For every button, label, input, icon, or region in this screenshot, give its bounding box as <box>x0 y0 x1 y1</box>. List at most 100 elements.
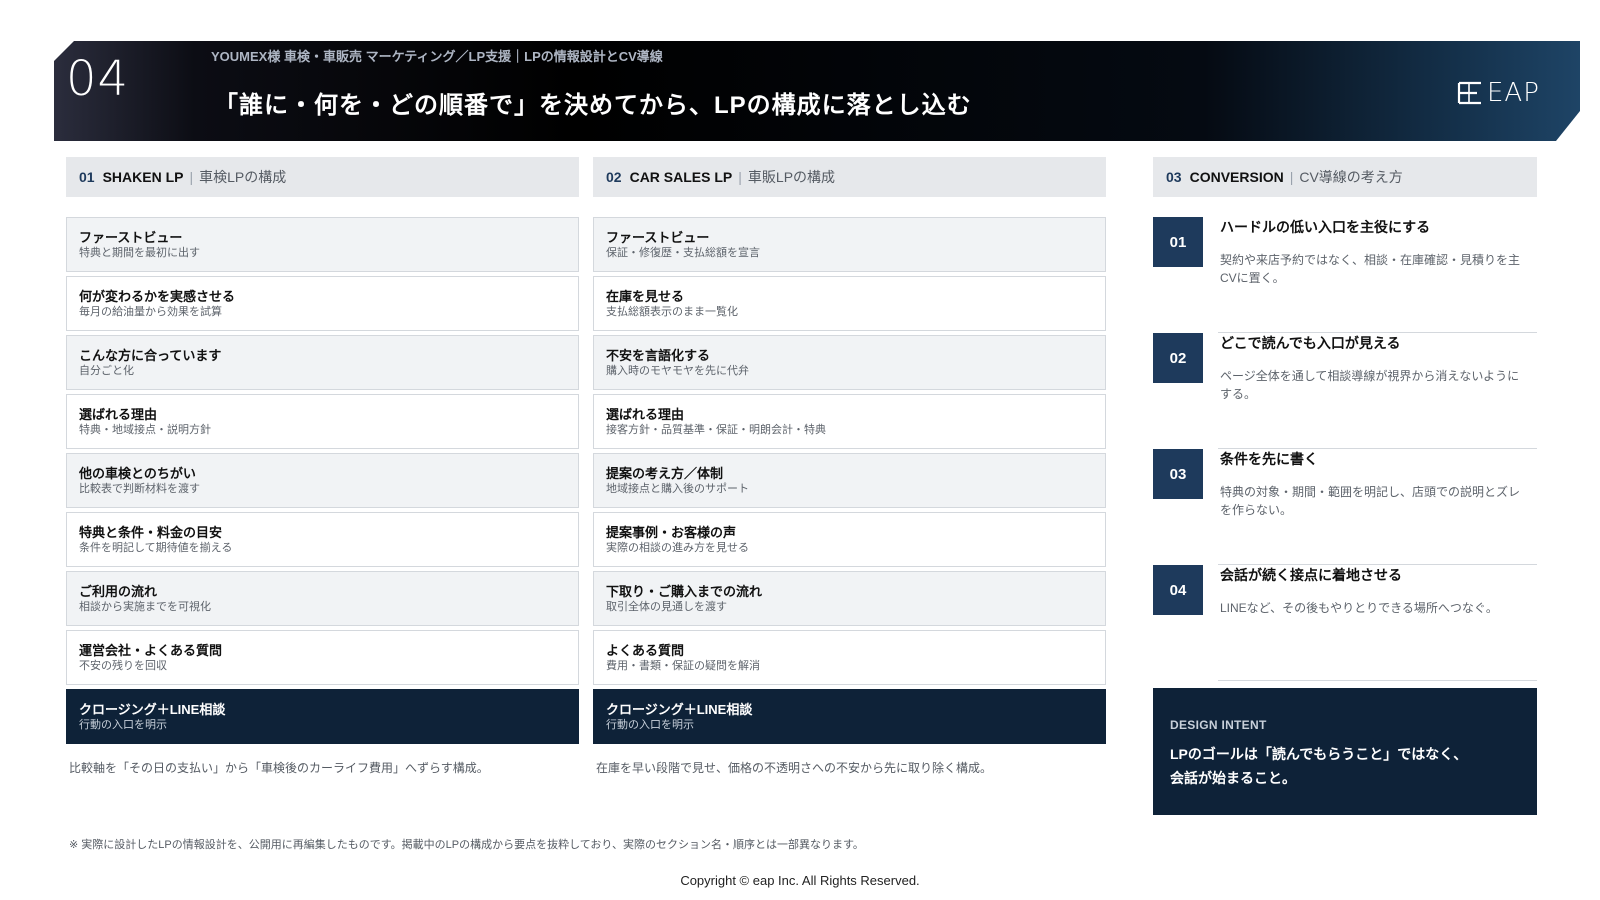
column-header-car-sales: 02 CAR SALES LP | 車販LPの構成 <box>593 157 1106 197</box>
closing-item: クロージング＋LINE相談 行動の入口を明示 <box>66 689 579 744</box>
cv-point-desc: LINEなど、その後もやりとりできる場所へつなぐ。 <box>1220 601 1498 615</box>
list-item: ご利用の流れ 相談から実施までを可視化 <box>66 571 579 626</box>
shaken-lp-structure: ファーストビュー 特典と期間を最初に出す 何が変わるかを実感させる 毎月の給油量… <box>66 217 579 747</box>
design-intent-line-1: LPのゴールは「読んでもらうこと」ではなく、 <box>1170 746 1468 762</box>
item-subtitle: 支払総額表示のまま一覧化 <box>606 306 738 318</box>
design-intent-line-2: 会話が始まること。 <box>1170 770 1296 786</box>
design-intent-label: DESIGN INTENT <box>1170 718 1267 732</box>
list-item: こんな方に合っています 自分ごと化 <box>66 335 579 390</box>
item-subtitle: 特典・地域接点・説明方針 <box>79 424 211 436</box>
list-item: 提案事例・お客様の声 実際の相談の進み方を見せる <box>593 512 1106 567</box>
cv-point: 02 どこで読んでも入口が見える ページ全体を通して相談導線が視界から消えないよ… <box>1153 333 1537 449</box>
item-title: ご利用の流れ <box>79 584 158 599</box>
item-subtitle: 実際の相談の進み方を見せる <box>606 542 749 554</box>
list-item: 不安を言語化する 購入時のモヤモヤを先に代弁 <box>593 335 1106 390</box>
divider <box>1218 680 1537 681</box>
column-separator: | <box>189 169 194 185</box>
section-number: 04 <box>66 51 130 107</box>
cv-point-title: 会話が続く接点に着地させる <box>1220 567 1402 583</box>
item-subtitle: 不安の残りを回収 <box>79 660 167 672</box>
list-item: 何が変わるかを実感させる 毎月の給油量から効果を試算 <box>66 276 579 331</box>
item-title: 選ばれる理由 <box>606 407 685 422</box>
item-subtitle: 相談から実施までを可視化 <box>79 601 211 613</box>
column-title-en: SHAKEN LP <box>102 169 184 185</box>
cv-point-desc: ページ全体を通して相談導線が視界から消えないようにする。 <box>1220 369 1520 401</box>
column-header-shaken: 01 SHAKEN LP | 車検LPの構成 <box>66 157 579 197</box>
item-title: 他の車検とのちがい <box>79 466 196 481</box>
column-separator: | <box>738 169 742 185</box>
column-note: 比較軸を「その日の支払い」から「車検後のカーライフ費用」へずらす構成。 <box>69 761 489 775</box>
design-intent-box: DESIGN INTENT LPのゴールは「読んでもらうこと」ではなく、 会話が… <box>1153 688 1537 815</box>
item-title: クロージング＋LINE相談 <box>606 702 753 717</box>
cv-point: 01 ハードルの低い入口を主役にする 契約や来店予約ではなく、相談・在庫確認・見… <box>1153 217 1537 333</box>
column-number: 02 <box>606 169 622 185</box>
cv-point: 04 会話が続く接点に着地させる LINEなど、その後もやりとりできる場所へつな… <box>1153 565 1537 681</box>
column-header-conversion: 03 CONVERSION | CV導線の考え方 <box>1153 157 1537 197</box>
item-title: 在庫を見せる <box>606 289 685 304</box>
list-item: 在庫を見せる 支払総額表示のまま一覧化 <box>593 276 1106 331</box>
item-title: 運営会社・よくある質問 <box>79 643 223 658</box>
item-title: クロージング＋LINE相談 <box>79 702 226 717</box>
slide-header: 04 YOUMEX様 車検・車販売 マーケティング／LP支援｜LPの情報設計とC… <box>54 41 1580 141</box>
item-title: 不安を言語化する <box>606 348 711 363</box>
copyright: Copyright © eap Inc. All Rights Reserved… <box>680 873 920 888</box>
item-title: ファーストビュー <box>606 230 710 245</box>
item-title: ファーストビュー <box>79 230 183 245</box>
list-item: ファーストビュー 保証・修復歴・支払総額を宣言 <box>593 217 1106 272</box>
column-title-jp: 車検LPの構成 <box>199 169 287 185</box>
column-title-jp: 車販LPの構成 <box>747 169 836 185</box>
item-subtitle: 接客方針・品質基準・保証・明朗会計・特典 <box>606 424 826 436</box>
item-title: 選ばれる理由 <box>79 407 158 422</box>
item-subtitle: 地域接点と購入後のサポート <box>606 483 749 495</box>
list-item: 運営会社・よくある質問 不安の残りを回収 <box>66 630 579 685</box>
column-title-jp: CV導線の考え方 <box>1299 169 1403 185</box>
cv-points: 01 ハードルの低い入口を主役にする 契約や来店予約ではなく、相談・在庫確認・見… <box>1153 217 1537 681</box>
item-subtitle: 取引全体の見通しを渡す <box>606 601 727 613</box>
item-title: 何が変わるかを実感させる <box>79 289 236 304</box>
closing-item: クロージング＋LINE相談 行動の入口を明示 <box>593 689 1106 744</box>
cv-point-title: 条件を先に書く <box>1220 451 1318 467</box>
list-item: 特典と条件・料金の目安 条件を明記して期待値を揃える <box>66 512 579 567</box>
column-title-en: CAR SALES LP <box>629 169 733 185</box>
column-separator: | <box>1289 169 1294 185</box>
list-item: ファーストビュー 特典と期間を最初に出す <box>66 217 579 272</box>
item-subtitle: 毎月の給油量から効果を試算 <box>79 306 222 318</box>
item-subtitle: 保証・修復歴・支払総額を宣言 <box>606 247 760 259</box>
item-subtitle: 行動の入口を明示 <box>606 719 694 731</box>
column-number: 03 <box>1166 169 1182 185</box>
item-subtitle: 行動の入口を明示 <box>79 719 167 731</box>
item-title: 下取り・ご購入までの流れ <box>606 584 763 599</box>
column-title-en: CONVERSION <box>1189 169 1284 185</box>
cv-point-number: 01 <box>1153 217 1203 267</box>
item-title: 提案事例・お客様の声 <box>606 525 737 540</box>
item-subtitle: 比較表で判断材料を渡す <box>79 483 200 495</box>
item-title: 提案の考え方／体制 <box>606 466 724 481</box>
item-subtitle: 自分ごと化 <box>79 365 134 377</box>
cv-point-number: 02 <box>1153 333 1203 383</box>
cv-point-number: 04 <box>1153 565 1203 615</box>
eap-logo-mark-icon <box>1455 78 1485 108</box>
column-number: 01 <box>79 169 95 185</box>
design-intent-message: LPのゴールは「読んでもらうこと」ではなく、 会話が始まること。 <box>1170 742 1520 790</box>
column-note: 在庫を早い段階で見せ、価格の不透明さへの不安から先に取り除く構成。 <box>596 761 993 775</box>
logo-text: EAP <box>1487 78 1540 108</box>
list-item: 他の車検とのちがい 比較表で判断材料を渡す <box>66 453 579 508</box>
breadcrumb: YOUMEX様 車検・車販売 マーケティング／LP支援｜LPの情報設計とCV導線 <box>211 49 663 64</box>
item-title: こんな方に合っています <box>79 348 222 363</box>
car-sales-lp-structure: ファーストビュー 保証・修復歴・支払総額を宣言 在庫を見せる 支払総額表示のまま… <box>593 217 1106 747</box>
item-title: よくある質問 <box>606 643 685 658</box>
cv-point-desc: 契約や来店予約ではなく、相談・在庫確認・見積りを主CVに置く。 <box>1220 253 1521 285</box>
disclaimer: ※ 実際に設計したLPの情報設計を、公開用に再編集したものです。掲載中のLPの構… <box>69 839 864 851</box>
cv-point-title: ハードルの低い入口を主役にする <box>1220 219 1431 235</box>
item-subtitle: 条件を明記して期待値を揃える <box>79 542 233 554</box>
list-item: 選ばれる理由 特典・地域接点・説明方針 <box>66 394 579 449</box>
item-subtitle: 費用・書類・保証の疑問を解消 <box>606 660 760 672</box>
cv-point-title: どこで読んでも入口が見える <box>1220 335 1401 351</box>
eap-logo: EAP <box>1455 78 1540 108</box>
cv-point: 03 条件を先に書く 特典の対象・期間・範囲を明記し、店頭での説明とズレを作らな… <box>1153 449 1537 565</box>
cv-point-desc: 特典の対象・期間・範囲を明記し、店頭での説明とズレを作らない。 <box>1220 485 1521 517</box>
cv-point-number: 03 <box>1153 449 1203 499</box>
item-title: 特典と条件・料金の目安 <box>79 525 223 540</box>
list-item: 提案の考え方／体制 地域接点と購入後のサポート <box>593 453 1106 508</box>
item-subtitle: 特典と期間を最初に出す <box>79 247 200 259</box>
